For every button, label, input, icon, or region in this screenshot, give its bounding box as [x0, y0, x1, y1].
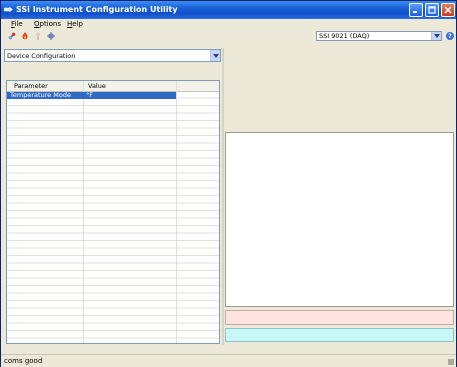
parameter-grid[interactable]: Parameter Value Temperature Mode °F: [6, 80, 220, 344]
column-header-parameter[interactable]: Parameter: [14, 82, 48, 90]
column-header-value[interactable]: Value: [88, 82, 106, 90]
chevron-down-icon: [433, 34, 440, 38]
device-select-dropdown-button[interactable]: [431, 32, 441, 40]
maximize-button[interactable]: [425, 3, 439, 17]
device-select[interactable]: SSI 9021 (DAQ): [316, 31, 442, 41]
connect-icon[interactable]: [8, 32, 16, 40]
settings-gear-icon[interactable]: [47, 32, 55, 40]
app-icon: [4, 6, 13, 13]
probe-icon[interactable]: [34, 32, 42, 40]
column-divider: [83, 81, 84, 343]
maximize-icon: [428, 6, 436, 14]
menu-file[interactable]: File: [11, 20, 23, 28]
status-bar: coms good: [1, 354, 456, 367]
help-button[interactable]: ?: [446, 32, 454, 40]
minimize-icon: [413, 11, 417, 13]
app-window: SSi Instrument Configuration Utility Fil…: [0, 0, 457, 367]
window-title: SSi Instrument Configuration Utility: [16, 5, 178, 14]
chevron-down-icon: [212, 53, 219, 58]
status-text: coms good: [4, 357, 43, 365]
right-top-panel: [224, 48, 456, 131]
cell-parameter[interactable]: Temperature Mode: [7, 92, 83, 99]
display-area: [225, 132, 454, 307]
resize-grip[interactable]: [448, 359, 454, 365]
column-divider: [176, 81, 177, 343]
menu-help[interactable]: Help: [67, 20, 83, 28]
table-row[interactable]: Temperature Mode °F: [7, 92, 219, 99]
close-button[interactable]: [441, 3, 455, 17]
message-box-cyan: [225, 328, 454, 342]
menu-bar: File Options Help: [1, 19, 456, 30]
config-section-select[interactable]: Device Configuration: [4, 49, 221, 62]
config-section-value: Device Configuration: [7, 52, 76, 60]
title-bar[interactable]: SSi Instrument Configuration Utility: [1, 1, 456, 19]
config-section-dropdown-button[interactable]: [210, 50, 220, 61]
device-select-value: SSI 9021 (DAQ): [319, 32, 370, 40]
minimize-button[interactable]: [409, 3, 423, 17]
fire-icon[interactable]: [21, 32, 29, 40]
close-icon: [444, 6, 452, 14]
cell-value[interactable]: °F: [83, 92, 176, 99]
message-box-pink: [225, 310, 454, 325]
grid-rows-background: [7, 91, 219, 343]
menu-options[interactable]: Options: [34, 20, 61, 28]
